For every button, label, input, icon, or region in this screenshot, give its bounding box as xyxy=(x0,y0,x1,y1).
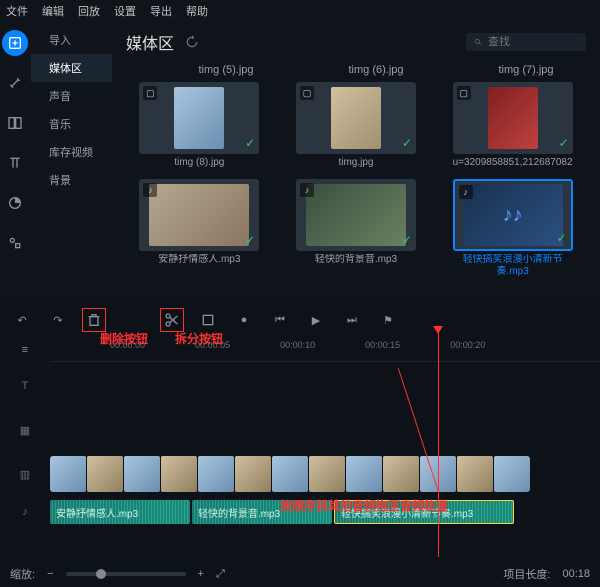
audio-track-head[interactable]: ♪ xyxy=(0,506,50,518)
video-track[interactable] xyxy=(50,454,600,494)
marker-button[interactable]: ⚑ xyxy=(376,308,400,332)
check-icon: ✓ xyxy=(245,136,255,150)
sidebar-stock[interactable]: 库存视频 xyxy=(31,138,112,166)
audio-icon: ♪ xyxy=(459,185,473,199)
duration-value: 00:18 xyxy=(562,568,590,580)
file-label: timg (6).jpg xyxy=(316,64,436,76)
media-caption: 轻快搞笑浪漫小清新节奏.mp3 xyxy=(453,254,573,278)
video-clip[interactable] xyxy=(50,456,530,492)
search-input[interactable] xyxy=(488,36,578,48)
elements-tool[interactable] xyxy=(2,230,28,256)
image-icon: ▢ xyxy=(300,86,314,100)
sidebar-sound[interactable]: 声音 xyxy=(31,82,112,110)
sidebar-import[interactable]: 导入 xyxy=(31,26,112,54)
skip-end-button[interactable]: ⏭ xyxy=(340,308,364,332)
timeline-toolbar: ↶ ↷ ● ⏮ ▶ ⏭ ⚑ 删除按钮 拆分按钮 xyxy=(0,302,600,338)
check-icon: ✓ xyxy=(402,233,412,247)
media-tool[interactable] xyxy=(2,30,28,56)
transition-tool[interactable] xyxy=(2,190,28,216)
delete-button[interactable] xyxy=(82,308,106,332)
timeline-panel: ↶ ↷ ● ⏮ ▶ ⏭ ⚑ 删除按钮 拆分按钮 ≡ 00:00:00 00:00… xyxy=(0,302,600,587)
image-icon: ▢ xyxy=(457,86,471,100)
media-caption: 轻快的背景音.mp3 xyxy=(296,254,416,266)
text-tool[interactable] xyxy=(2,150,28,176)
play-button[interactable]: ▶ xyxy=(304,308,328,332)
menu-help[interactable]: 帮助 xyxy=(186,3,208,19)
drag-annotation: 按顺序将其他音频拖至音频轨道 xyxy=(280,497,448,514)
zoom-fit-button[interactable]: ⤢ xyxy=(216,568,225,581)
file-label: timg (5).jpg xyxy=(166,64,286,76)
zoom-label: 缩放: xyxy=(10,566,35,582)
delete-annotation: 删除按钮 xyxy=(100,330,148,347)
check-icon: ✓ xyxy=(557,231,567,245)
audio-icon: ♪ xyxy=(300,183,314,197)
text-track-head[interactable]: T xyxy=(0,380,50,392)
playhead[interactable] xyxy=(438,332,439,557)
file-label: timg (7).jpg xyxy=(466,64,586,76)
duration-label: 项目长度: xyxy=(503,566,550,582)
sidebar: 导入 媒体区 声音 音乐 库存视频 背景 xyxy=(31,22,112,302)
menubar: 文件 编辑 回放 设置 导出 帮助 xyxy=(0,0,600,22)
media-caption: u=3209858851,2126870829&fm=26&gp=0.j xyxy=(453,157,573,169)
menu-undo[interactable]: 回放 xyxy=(78,3,100,19)
panel-title: 媒体区 xyxy=(126,30,174,54)
zoom-in-button[interactable]: + xyxy=(198,568,204,580)
audio-clip[interactable]: 安静抒情感人.mp3 xyxy=(50,500,190,524)
effects-tool[interactable] xyxy=(2,70,28,96)
media-panel: 媒体区 timg (5).jpg timg (6).jpg timg (7).j… xyxy=(112,22,600,302)
check-icon: ✓ xyxy=(402,136,412,150)
media-card[interactable]: ▢ ✓ timg (8).jpg xyxy=(126,82,273,169)
audio-icon: ♪ xyxy=(143,183,157,197)
media-card[interactable]: ♪♪♪✓轻快搞笑浪漫小清新节奏.mp3 xyxy=(439,179,586,278)
filename-row: timg (5).jpg timg (6).jpg timg (7).jpg xyxy=(166,64,586,76)
split-tool[interactable] xyxy=(2,110,28,136)
zoom-slider[interactable] xyxy=(66,572,186,576)
media-card[interactable]: ▢ ✓ timg.jpg xyxy=(283,82,430,169)
track-settings-button[interactable]: ≡ xyxy=(13,338,37,362)
undo-button[interactable]: ↶ xyxy=(10,308,34,332)
check-icon: ✓ xyxy=(245,233,255,247)
menu-edit[interactable]: 编辑 xyxy=(42,3,64,19)
menu-file[interactable]: 文件 xyxy=(6,3,28,19)
media-card[interactable]: ♪ ✓ 轻快的背景音.mp3 xyxy=(283,179,430,278)
record-button[interactable]: ● xyxy=(232,308,256,332)
tool-column xyxy=(0,22,31,302)
media-caption: 安静抒情感人.mp3 xyxy=(139,254,259,266)
menu-export[interactable]: 导出 xyxy=(150,3,172,19)
sidebar-music[interactable]: 音乐 xyxy=(31,110,112,138)
video-track-head[interactable]: ▥ xyxy=(0,468,50,481)
media-caption: timg (8).jpg xyxy=(139,157,259,169)
search-box[interactable] xyxy=(466,33,586,51)
sidebar-media[interactable]: 媒体区 xyxy=(31,54,112,82)
image-icon: ▢ xyxy=(143,86,157,100)
media-grid: ▢ ✓ timg (8).jpg ▢ ✓ timg.jpg ▢ ✓ u=3209858851,2… xyxy=(126,82,586,278)
split-button[interactable] xyxy=(160,308,184,332)
sidebar-bg[interactable]: 背景 xyxy=(31,166,112,194)
crop-button[interactable] xyxy=(196,308,220,332)
status-bar: 缩放: − + ⤢ 项目长度: 00:18 xyxy=(0,561,600,587)
refresh-icon[interactable] xyxy=(184,34,200,50)
media-caption: timg.jpg xyxy=(296,157,416,169)
media-card[interactable]: ♪ ✓ 安静抒情感人.mp3 xyxy=(126,179,273,278)
media-card[interactable]: ▢ ✓ u=3209858851,2126870829&fm=26&gp=0.j xyxy=(439,82,586,169)
redo-button[interactable]: ↷ xyxy=(46,308,70,332)
skip-start-button[interactable]: ⏮ xyxy=(268,308,292,332)
zoom-out-button[interactable]: − xyxy=(47,568,53,580)
check-icon: ✓ xyxy=(559,136,569,150)
search-icon xyxy=(474,36,482,48)
menu-settings[interactable]: 设置 xyxy=(114,3,136,19)
split-annotation: 拆分按钮 xyxy=(175,330,223,347)
overlay-track-head[interactable]: ▦ xyxy=(0,424,50,437)
